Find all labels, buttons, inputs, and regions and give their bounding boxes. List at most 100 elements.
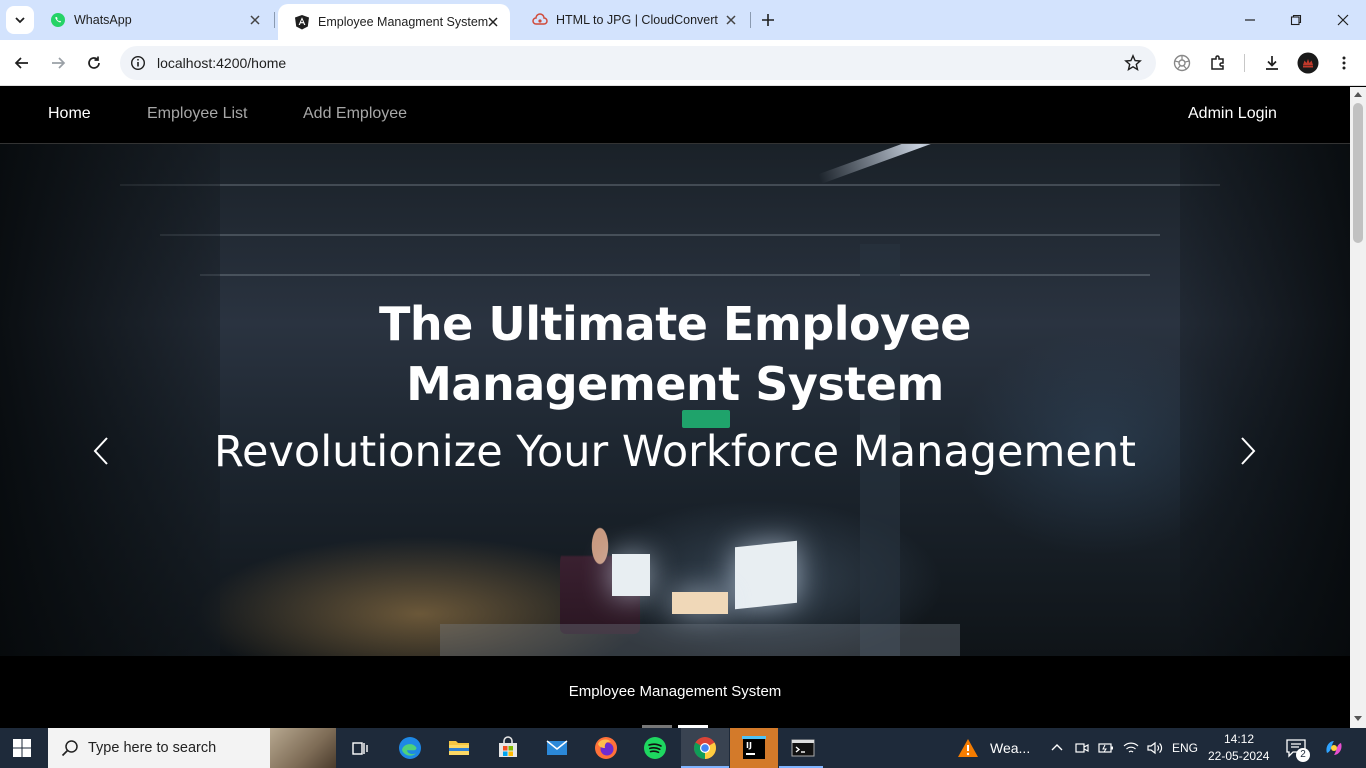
wifi-button[interactable] bbox=[1120, 734, 1142, 762]
file-explorer-taskbar-button[interactable] bbox=[445, 734, 473, 762]
edge-icon bbox=[399, 737, 421, 759]
hero-carousel: The Ultimate Employee Management System … bbox=[0, 144, 1350, 656]
weather-widget-icon[interactable] bbox=[954, 734, 982, 762]
hero-subtitle: Revolutionize Your Workforce Management bbox=[214, 427, 1136, 477]
meet-now-button[interactable] bbox=[1071, 734, 1093, 762]
arrow-left-icon bbox=[14, 57, 28, 69]
folder-icon bbox=[449, 741, 469, 755]
minimize-icon bbox=[1245, 19, 1255, 21]
speaker-icon bbox=[1147, 741, 1163, 755]
intellij-icon: IJ bbox=[742, 736, 766, 759]
battery-icon bbox=[1098, 743, 1113, 753]
toolbar-divider bbox=[1244, 54, 1245, 72]
clock-date[interactable]: 22-05-2024 bbox=[1208, 749, 1269, 763]
camera-icon bbox=[1075, 743, 1089, 753]
taskbar-search-box[interactable]: Type here to search bbox=[48, 728, 336, 768]
terminal-taskbar-button[interactable] bbox=[789, 734, 817, 762]
restore-button[interactable] bbox=[1286, 10, 1306, 30]
new-tab-button[interactable] bbox=[758, 10, 778, 30]
tab-cloudconvert[interactable]: HTML to JPG | CloudConvert bbox=[516, 0, 748, 40]
start-button[interactable] bbox=[12, 738, 32, 758]
tab-separator bbox=[750, 12, 751, 28]
plus-icon bbox=[762, 14, 774, 26]
show-hidden-icons-button[interactable] bbox=[1046, 734, 1068, 762]
nav-add-employee-link[interactable]: Add Employee bbox=[303, 105, 407, 123]
profile-avatar[interactable] bbox=[1296, 51, 1320, 75]
weather-alert-icon bbox=[958, 739, 978, 757]
cloudconvert-icon bbox=[532, 12, 548, 28]
back-button[interactable] bbox=[10, 51, 34, 75]
notification-count-badge: 2 bbox=[1296, 748, 1310, 762]
store-icon bbox=[499, 736, 517, 757]
whatsapp-icon bbox=[50, 12, 66, 28]
hero-title: The Ultimate Employee Management System bbox=[379, 297, 971, 411]
search-icon bbox=[61, 740, 78, 757]
minimize-button[interactable] bbox=[1240, 10, 1260, 30]
chevron-down-icon bbox=[15, 17, 25, 24]
chrome-taskbar-button[interactable] bbox=[691, 734, 719, 762]
chrome-menu-button[interactable] bbox=[1332, 51, 1356, 75]
nav-admin-login-link[interactable]: Admin Login bbox=[1188, 105, 1277, 123]
web-page: Home Employee List Add Employee Admin Lo… bbox=[0, 87, 1350, 728]
carousel-caption: Employee Management System bbox=[568, 683, 782, 700]
windows-taskbar: Type here to search IJ Wea... ENG 14:12 … bbox=[0, 728, 1366, 768]
tab-employee-managment-system[interactable]: Employee Managment System bbox=[278, 4, 510, 40]
bookmark-star-icon[interactable] bbox=[1124, 54, 1142, 72]
edge-taskbar-button[interactable] bbox=[396, 734, 424, 762]
clock-time[interactable]: 14:12 bbox=[1224, 732, 1254, 746]
more-vertical-icon bbox=[1342, 56, 1346, 70]
language-indicator[interactable]: ENG bbox=[1172, 741, 1198, 755]
browser-toolbar: localhost:4200/home bbox=[0, 40, 1366, 86]
scroll-thumb[interactable] bbox=[1353, 103, 1363, 243]
downloads-button[interactable] bbox=[1260, 51, 1284, 75]
restore-icon bbox=[1290, 14, 1302, 26]
extension-button[interactable] bbox=[1170, 51, 1194, 75]
close-tab-icon[interactable] bbox=[248, 13, 262, 27]
tab-title: HTML to JPG | CloudConvert bbox=[556, 13, 718, 27]
scroll-up-arrow-icon[interactable] bbox=[1354, 91, 1362, 97]
store-taskbar-button[interactable] bbox=[494, 734, 522, 762]
puzzle-icon bbox=[1211, 55, 1224, 70]
spotify-taskbar-button[interactable] bbox=[641, 734, 669, 762]
site-info-icon[interactable] bbox=[130, 55, 146, 71]
navbar: Home Employee List Add Employee Admin Lo… bbox=[0, 87, 1350, 144]
tab-whatsapp[interactable]: WhatsApp bbox=[34, 0, 272, 40]
tab-separator bbox=[274, 12, 275, 28]
close-window-button[interactable] bbox=[1333, 10, 1353, 30]
address-bar[interactable]: localhost:4200/home bbox=[120, 46, 1156, 80]
page-scrollbar[interactable] bbox=[1350, 87, 1366, 728]
tab-search-button[interactable] bbox=[6, 6, 34, 34]
reload-button[interactable] bbox=[82, 51, 106, 75]
nav-employee-list-link[interactable]: Employee List bbox=[147, 105, 248, 123]
task-view-button[interactable] bbox=[346, 734, 374, 762]
firefox-taskbar-button[interactable] bbox=[592, 734, 620, 762]
nav-home-link[interactable]: Home bbox=[48, 105, 91, 123]
windows-logo-icon bbox=[13, 739, 31, 757]
scroll-down-arrow-icon[interactable] bbox=[1354, 716, 1362, 722]
arrow-right-icon bbox=[52, 57, 66, 69]
copilot-button[interactable] bbox=[1320, 734, 1348, 762]
tab-title: WhatsApp bbox=[74, 13, 132, 27]
chevron-up-icon bbox=[1051, 744, 1063, 751]
chrome-icon bbox=[694, 737, 716, 759]
battery-button[interactable] bbox=[1095, 734, 1117, 762]
intellij-taskbar-button[interactable]: IJ bbox=[740, 734, 768, 762]
mail-taskbar-button[interactable] bbox=[543, 734, 571, 762]
search-placeholder: Type here to search bbox=[88, 740, 217, 756]
volume-button[interactable] bbox=[1144, 734, 1166, 762]
extension-aperture-icon bbox=[1173, 54, 1191, 72]
weather-label[interactable]: Wea... bbox=[990, 740, 1030, 756]
terminal-icon bbox=[791, 739, 815, 757]
avatar-icon bbox=[1297, 52, 1319, 74]
browser-tab-strip: WhatsApp Employee Managment System HTML … bbox=[0, 0, 1366, 40]
download-icon bbox=[1266, 56, 1278, 70]
search-highlight-image bbox=[270, 728, 336, 768]
extensions-menu-button[interactable] bbox=[1206, 51, 1230, 75]
close-icon bbox=[1337, 14, 1349, 26]
forward-button[interactable] bbox=[46, 51, 70, 75]
close-tab-icon[interactable] bbox=[486, 15, 500, 29]
close-tab-icon[interactable] bbox=[724, 13, 738, 27]
tab-title: Employee Managment System bbox=[318, 15, 489, 29]
svg-text:IJ: IJ bbox=[746, 741, 752, 750]
spotify-icon bbox=[644, 737, 666, 759]
